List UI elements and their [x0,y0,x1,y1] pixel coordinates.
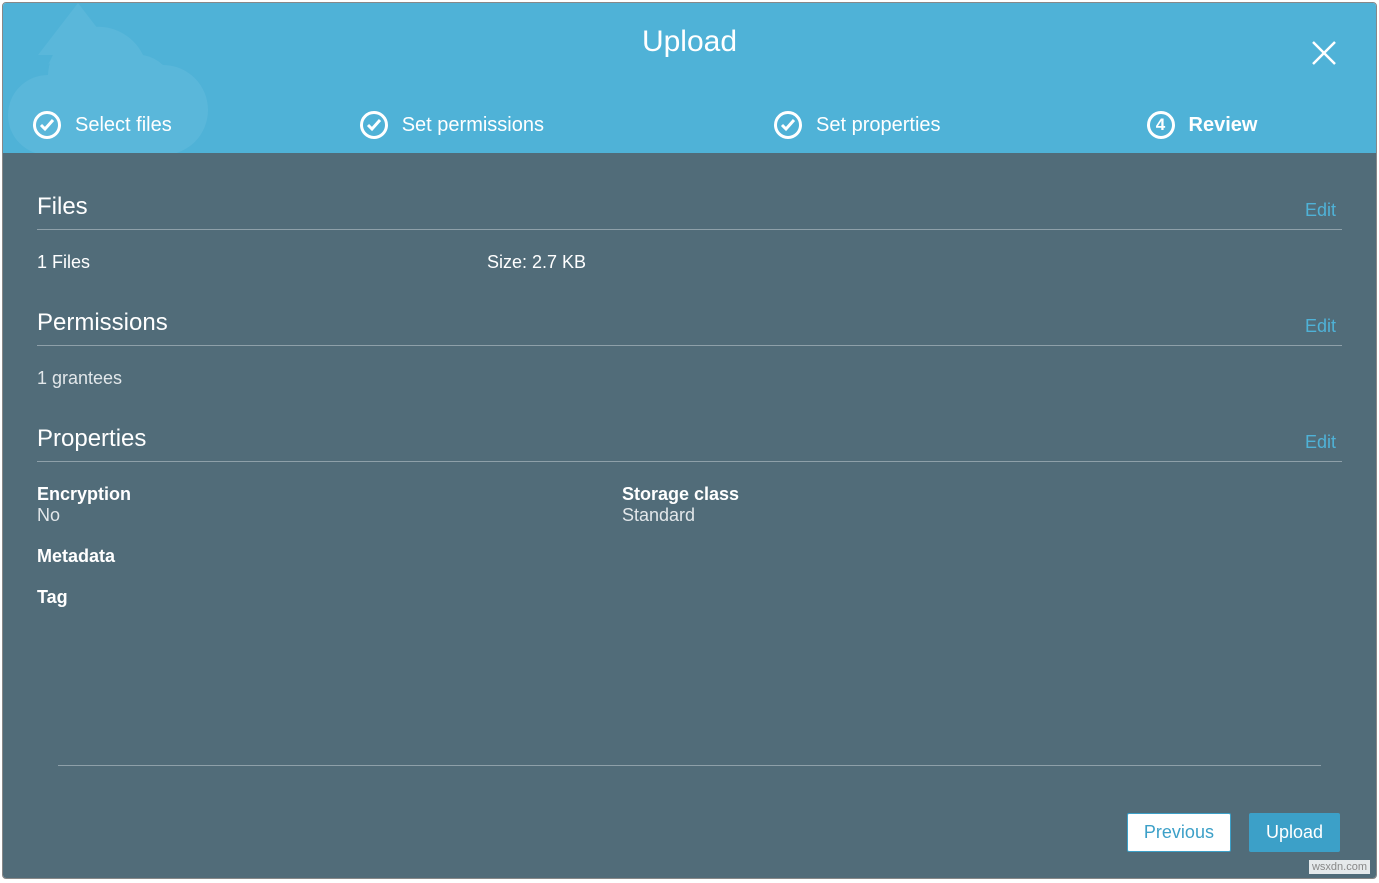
step-number-icon: 4 [1147,111,1175,139]
step-label: Review [1189,114,1258,137]
storage-class-property: Storage class Standard [622,484,1207,526]
property-label: Storage class [622,484,1207,505]
files-count: 1 Files [37,252,487,273]
property-label: Tag [37,587,1342,608]
step-set-permissions[interactable]: Set permissions [360,111,544,139]
encryption-property: Encryption No [37,484,622,526]
step-label: Select files [75,114,172,137]
step-label: Set properties [816,114,941,137]
tag-property: Tag [37,587,1342,608]
step-set-properties[interactable]: Set properties [774,111,941,139]
properties-section: Properties Edit Encryption No Storage cl… [37,425,1342,628]
permissions-section: Permissions Edit 1 grantees [37,309,1342,389]
dialog-body: Files Edit 1 Files Size: 2.7 KB Permissi… [3,153,1376,878]
wizard-steps: Select files Set permissions Set propert… [3,111,1376,139]
previous-button[interactable]: Previous [1127,813,1231,852]
dialog-header: Upload Select files Set permissions [3,3,1376,153]
property-value: No [37,505,622,526]
edit-permissions-link[interactable]: Edit [1305,316,1336,337]
property-value: Standard [622,505,1207,526]
close-icon [1310,39,1338,67]
step-label: Set permissions [402,114,544,137]
step-review[interactable]: 4 Review [1147,111,1258,139]
check-circle-icon [360,111,388,139]
property-label: Metadata [37,546,622,567]
section-heading: Files [37,193,1305,221]
footer-divider [58,765,1321,766]
files-size: Size: 2.7 KB [487,252,586,273]
property-label: Encryption [37,484,622,505]
step-select-files[interactable]: Select files [33,111,172,139]
dialog-footer: Previous Upload [1127,813,1340,852]
files-section: Files Edit 1 Files Size: 2.7 KB [37,193,1342,273]
upload-button[interactable]: Upload [1249,813,1340,852]
check-circle-icon [774,111,802,139]
check-circle-icon [33,111,61,139]
edit-files-link[interactable]: Edit [1305,200,1336,221]
section-heading: Permissions [37,309,1305,337]
edit-properties-link[interactable]: Edit [1305,432,1336,453]
upload-dialog: Upload Select files Set permissions [2,2,1377,879]
watermark: wsxdn.com [1309,860,1370,874]
grantees-count: 1 grantees [37,368,1342,389]
section-heading: Properties [37,425,1305,453]
metadata-property: Metadata [37,546,622,567]
close-button[interactable] [1310,39,1338,72]
